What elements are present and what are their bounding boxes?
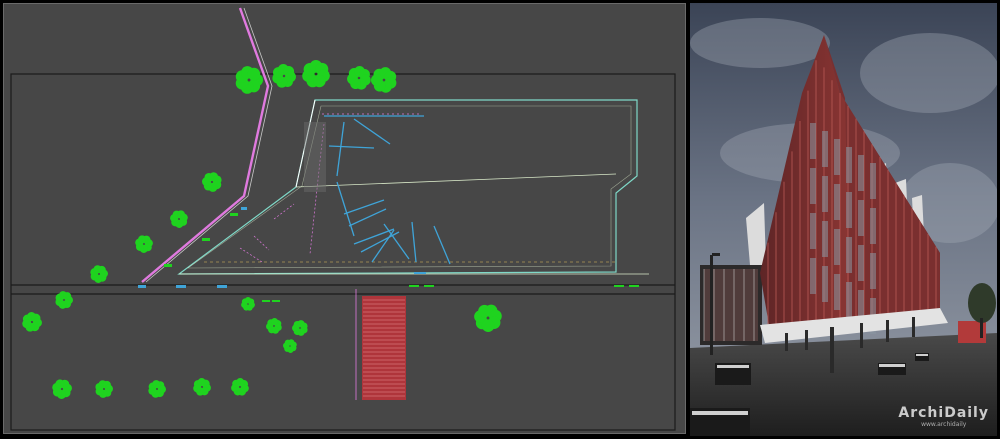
tree <box>272 64 296 88</box>
tree <box>235 66 263 94</box>
tree <box>193 378 211 396</box>
site-markers <box>164 213 639 302</box>
tree <box>52 379 72 399</box>
tree <box>266 318 282 334</box>
tree <box>283 339 297 353</box>
tree <box>474 304 502 332</box>
tree <box>202 172 222 192</box>
render-panel: ArchiDaily www.archidaily <box>690 3 997 436</box>
watermark-logo: ArchiDaily <box>898 405 989 421</box>
stair-core-hatch <box>304 122 326 192</box>
tree <box>148 380 166 398</box>
tree <box>95 380 113 398</box>
site-plan-canvas <box>10 7 676 431</box>
tree <box>347 66 371 90</box>
watermark: ArchiDaily www.archidaily <box>898 405 989 428</box>
tree <box>90 265 108 283</box>
tree <box>170 210 188 228</box>
tree <box>231 378 249 396</box>
tree <box>292 320 308 336</box>
watermark-url: www.archidaily <box>921 421 967 428</box>
tree <box>22 312 42 332</box>
tree <box>135 235 153 253</box>
site-plan-panel <box>3 3 686 434</box>
entrance-ramp <box>362 296 406 400</box>
side-building <box>700 265 762 345</box>
tree <box>241 297 255 311</box>
interior-structure-lines <box>328 118 451 265</box>
building-render-image <box>690 3 997 436</box>
tree <box>371 67 397 93</box>
